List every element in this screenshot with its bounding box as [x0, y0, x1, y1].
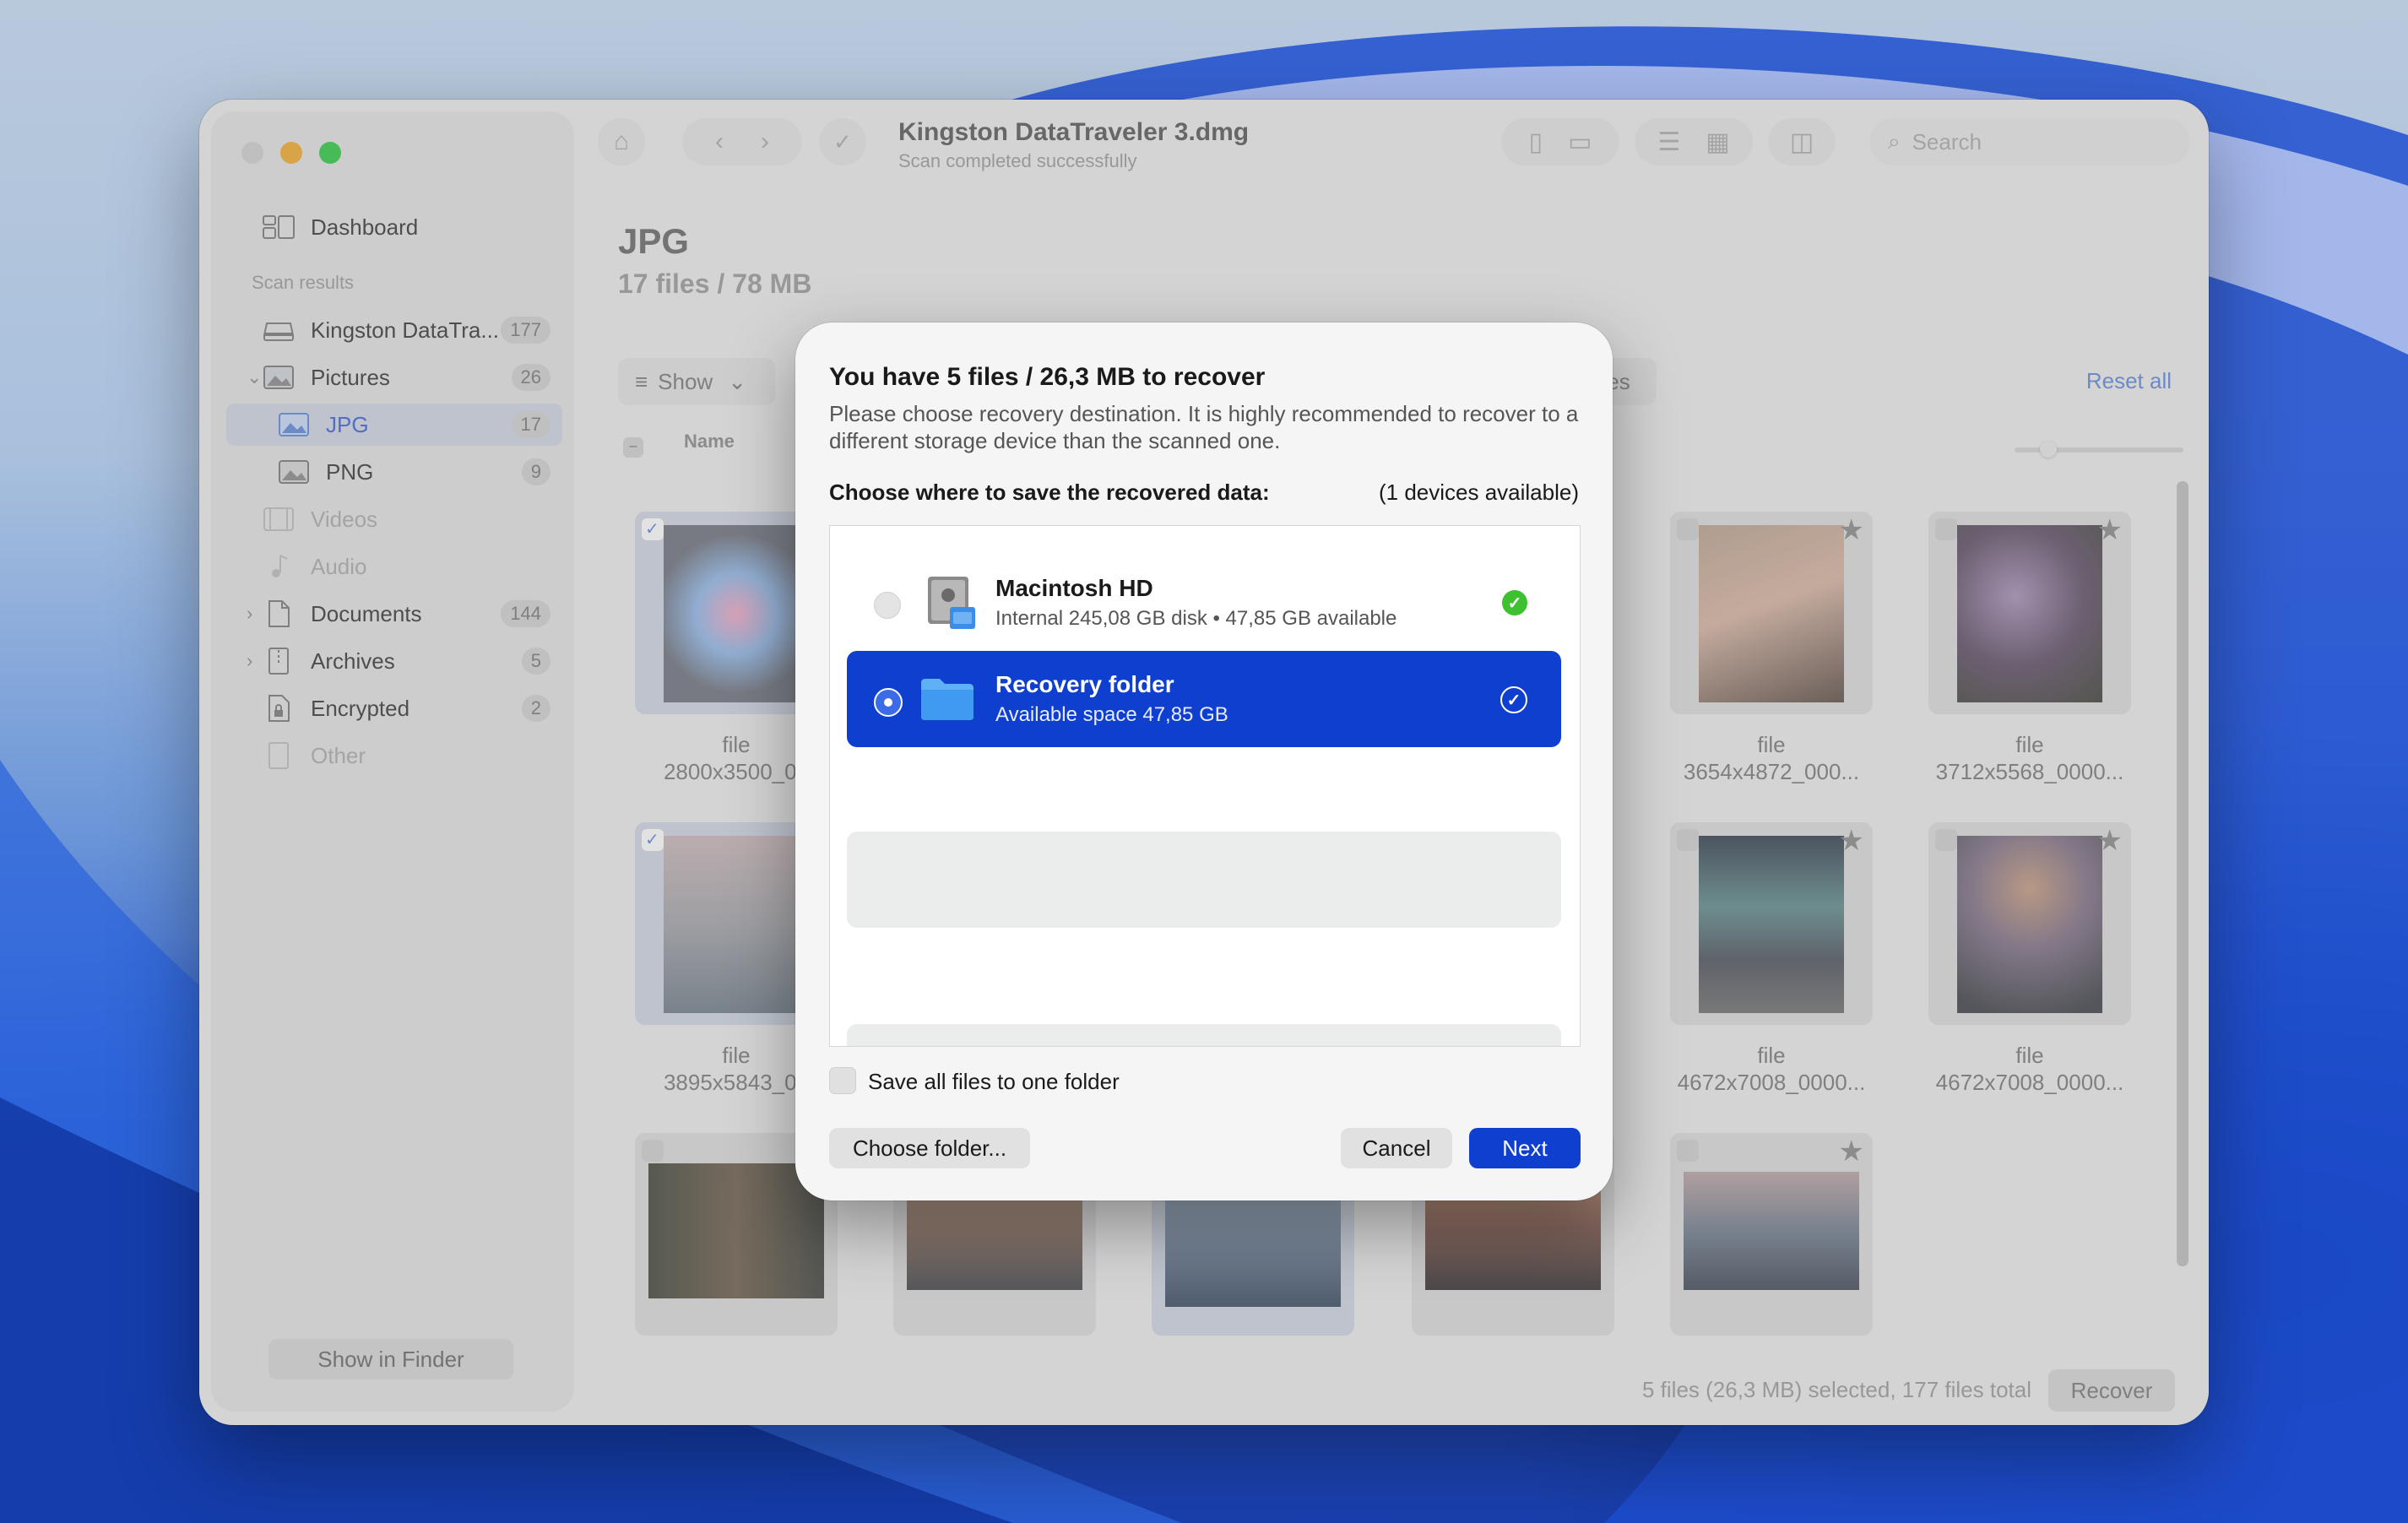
choose-destination-label: Choose where to save the recovered data:: [829, 480, 1270, 505]
radio-button[interactable]: [874, 592, 901, 619]
folder-icon: [919, 676, 975, 726]
recovery-destination-dialog: You have 5 files / 26,3 MB to recover Pl…: [795, 322, 1613, 1201]
destination-meta: Internal 245,08 GB disk • 47,85 GB avail…: [995, 607, 1397, 630]
destination-name: Macintosh HD: [995, 575, 1153, 601]
radio-button-selected[interactable]: [874, 688, 903, 717]
checkmark-circle-icon: ✓: [1500, 686, 1527, 713]
next-button[interactable]: Next: [1469, 1128, 1581, 1168]
destination-list: Macintosh HD Internal 245,08 GB disk • 4…: [829, 525, 1581, 1047]
devices-available-label: (1 devices available): [1378, 480, 1579, 505]
save-all-label[interactable]: Save all files to one folder: [868, 1069, 1120, 1095]
dialog-description: Please choose recovery destination. It i…: [829, 401, 1579, 453]
save-all-to-one-folder-checkbox[interactable]: [829, 1067, 856, 1094]
destination-macintosh-hd[interactable]: Macintosh HD Internal 245,08 GB disk • 4…: [847, 555, 1561, 651]
destination-name: Recovery folder: [995, 671, 1174, 697]
dialog-title: You have 5 files / 26,3 MB to recover: [829, 363, 1266, 391]
empty-destination-slot: [847, 1024, 1561, 1046]
destination-meta: Available space 47,85 GB: [995, 703, 1228, 726]
empty-destination-slot: [847, 832, 1561, 928]
destination-recovery-folder[interactable]: Recovery folder Available space 47,85 GB…: [847, 651, 1561, 747]
cancel-button[interactable]: Cancel: [1341, 1128, 1452, 1168]
hard-drive-icon: [925, 575, 977, 635]
checkmark-circle-icon: ✓: [1502, 590, 1527, 615]
choose-folder-button[interactable]: Choose folder...: [829, 1128, 1030, 1168]
